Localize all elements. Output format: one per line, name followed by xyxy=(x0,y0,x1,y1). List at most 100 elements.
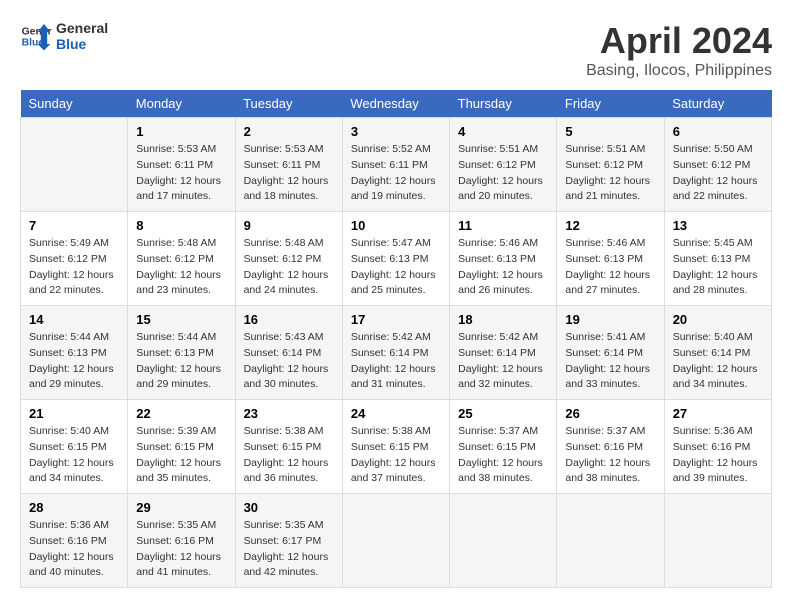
day-number: 7 xyxy=(29,218,119,233)
calendar-cell: 15 Sunrise: 5:44 AM Sunset: 6:13 PM Dayli… xyxy=(128,306,235,400)
day-info: Sunrise: 5:37 AM Sunset: 6:16 PM Dayligh… xyxy=(565,424,655,487)
day-number: 18 xyxy=(458,312,548,327)
calendar-cell: 11 Sunrise: 5:46 AM Sunset: 6:13 PM Dayli… xyxy=(450,212,557,306)
day-info: Sunrise: 5:46 AM Sunset: 6:13 PM Dayligh… xyxy=(565,236,655,299)
day-number: 11 xyxy=(458,218,548,233)
day-info: Sunrise: 5:35 AM Sunset: 6:16 PM Dayligh… xyxy=(136,518,226,581)
day-info: Sunrise: 5:44 AM Sunset: 6:13 PM Dayligh… xyxy=(136,330,226,393)
day-number: 12 xyxy=(565,218,655,233)
day-number: 3 xyxy=(351,124,441,139)
day-number: 26 xyxy=(565,406,655,421)
day-info: Sunrise: 5:42 AM Sunset: 6:14 PM Dayligh… xyxy=(351,330,441,393)
day-number: 29 xyxy=(136,500,226,515)
header-day-sunday: Sunday xyxy=(21,90,128,118)
calendar-cell: 18 Sunrise: 5:42 AM Sunset: 6:14 PM Dayli… xyxy=(450,306,557,400)
day-info: Sunrise: 5:52 AM Sunset: 6:11 PM Dayligh… xyxy=(351,142,441,205)
calendar-cell: 14 Sunrise: 5:44 AM Sunset: 6:13 PM Dayli… xyxy=(21,306,128,400)
calendar-cell: 23Sunrise: 5:38 AM Sunset: 6:15 PM Dayli… xyxy=(235,400,342,494)
day-info: Sunrise: 5:39 AM Sunset: 6:15 PM Dayligh… xyxy=(136,424,226,487)
calendar-cell: 24 Sunrise: 5:38 AM Sunset: 6:15 PM Dayli… xyxy=(342,400,449,494)
day-number: 20 xyxy=(673,312,763,327)
calendar-cell: 12 Sunrise: 5:46 AM Sunset: 6:13 PM Dayli… xyxy=(557,212,664,306)
day-number: 22 xyxy=(136,406,226,421)
calendar-week-row: 7 Sunrise: 5:49 AM Sunset: 6:12 PM Daylig… xyxy=(21,212,772,306)
header-day-monday: Monday xyxy=(128,90,235,118)
day-info: Sunrise: 5:41 AM Sunset: 6:14 PM Dayligh… xyxy=(565,330,655,393)
day-info: Sunrise: 5:46 AM Sunset: 6:13 PM Dayligh… xyxy=(458,236,548,299)
calendar-cell: 10Sunrise: 5:47 AM Sunset: 6:13 PM Dayli… xyxy=(342,212,449,306)
calendar-week-row: 14 Sunrise: 5:44 AM Sunset: 6:13 PM Dayli… xyxy=(21,306,772,400)
calendar-cell: 13 Sunrise: 5:45 AM Sunset: 6:13 PM Dayli… xyxy=(664,212,771,306)
day-info: Sunrise: 5:48 AM Sunset: 6:12 PM Dayligh… xyxy=(244,236,334,299)
calendar-cell: 8 Sunrise: 5:48 AM Sunset: 6:12 PM Daylig… xyxy=(128,212,235,306)
header-day-thursday: Thursday xyxy=(450,90,557,118)
page-title: April 2024 xyxy=(586,20,772,62)
header-day-tuesday: Tuesday xyxy=(235,90,342,118)
day-info: Sunrise: 5:53 AM Sunset: 6:11 PM Dayligh… xyxy=(244,142,334,205)
header-day-saturday: Saturday xyxy=(664,90,771,118)
calendar-cell xyxy=(450,494,557,588)
day-number: 6 xyxy=(673,124,763,139)
day-info: Sunrise: 5:51 AM Sunset: 6:12 PM Dayligh… xyxy=(565,142,655,205)
day-number: 28 xyxy=(29,500,119,515)
calendar-cell xyxy=(342,494,449,588)
day-number: 5 xyxy=(565,124,655,139)
day-info: Sunrise: 5:45 AM Sunset: 6:13 PM Dayligh… xyxy=(673,236,763,299)
day-number: 25 xyxy=(458,406,548,421)
day-number: 16 xyxy=(244,312,334,327)
day-info: Sunrise: 5:36 AM Sunset: 6:16 PM Dayligh… xyxy=(29,518,119,581)
day-number: 24 xyxy=(351,406,441,421)
day-number: 1 xyxy=(136,124,226,139)
day-number: 19 xyxy=(565,312,655,327)
day-info: Sunrise: 5:38 AM Sunset: 6:15 PM Dayligh… xyxy=(351,424,441,487)
calendar-cell xyxy=(21,118,128,212)
logo-text-blue: Blue xyxy=(56,36,108,52)
calendar-header-row: SundayMondayTuesdayWednesdayThursdayFrid… xyxy=(21,90,772,118)
day-number: 2 xyxy=(244,124,334,139)
day-info: Sunrise: 5:44 AM Sunset: 6:13 PM Dayligh… xyxy=(29,330,119,393)
calendar-cell: 7 Sunrise: 5:49 AM Sunset: 6:12 PM Daylig… xyxy=(21,212,128,306)
calendar-cell: 20Sunrise: 5:40 AM Sunset: 6:14 PM Dayli… xyxy=(664,306,771,400)
calendar-cell: 17Sunrise: 5:42 AM Sunset: 6:14 PM Dayli… xyxy=(342,306,449,400)
day-number: 9 xyxy=(244,218,334,233)
day-number: 14 xyxy=(29,312,119,327)
day-number: 8 xyxy=(136,218,226,233)
calendar-week-row: 28 Sunrise: 5:36 AM Sunset: 6:16 PM Dayli… xyxy=(21,494,772,588)
title-section: April 2024 Basing, Ilocos, Philippines xyxy=(586,20,772,80)
calendar-table: SundayMondayTuesdayWednesdayThursdayFrid… xyxy=(20,90,772,588)
day-info: Sunrise: 5:49 AM Sunset: 6:12 PM Dayligh… xyxy=(29,236,119,299)
day-info: Sunrise: 5:47 AM Sunset: 6:13 PM Dayligh… xyxy=(351,236,441,299)
calendar-cell: 30 Sunrise: 5:35 AM Sunset: 6:17 PM Dayli… xyxy=(235,494,342,588)
logo: General Blue General Blue xyxy=(20,20,108,52)
calendar-week-row: 1 Sunrise: 5:53 AM Sunset: 6:11 PM Daylig… xyxy=(21,118,772,212)
logo-icon: General Blue xyxy=(20,20,52,52)
day-info: Sunrise: 5:53 AM Sunset: 6:11 PM Dayligh… xyxy=(136,142,226,205)
calendar-week-row: 21 Sunrise: 5:40 AM Sunset: 6:15 PM Dayli… xyxy=(21,400,772,494)
calendar-cell: 22 Sunrise: 5:39 AM Sunset: 6:15 PM Dayli… xyxy=(128,400,235,494)
calendar-cell: 19 Sunrise: 5:41 AM Sunset: 6:14 PM Dayli… xyxy=(557,306,664,400)
calendar-cell: 25 Sunrise: 5:37 AM Sunset: 6:15 PM Dayli… xyxy=(450,400,557,494)
day-info: Sunrise: 5:42 AM Sunset: 6:14 PM Dayligh… xyxy=(458,330,548,393)
calendar-cell: 28 Sunrise: 5:36 AM Sunset: 6:16 PM Dayli… xyxy=(21,494,128,588)
day-number: 15 xyxy=(136,312,226,327)
day-info: Sunrise: 5:40 AM Sunset: 6:15 PM Dayligh… xyxy=(29,424,119,487)
header-day-friday: Friday xyxy=(557,90,664,118)
page-subtitle: Basing, Ilocos, Philippines xyxy=(586,62,772,80)
day-info: Sunrise: 5:43 AM Sunset: 6:14 PM Dayligh… xyxy=(244,330,334,393)
calendar-cell: 16 Sunrise: 5:43 AM Sunset: 6:14 PM Dayli… xyxy=(235,306,342,400)
calendar-cell: 1 Sunrise: 5:53 AM Sunset: 6:11 PM Daylig… xyxy=(128,118,235,212)
day-number: 30 xyxy=(244,500,334,515)
day-number: 4 xyxy=(458,124,548,139)
day-info: Sunrise: 5:48 AM Sunset: 6:12 PM Dayligh… xyxy=(136,236,226,299)
day-number: 13 xyxy=(673,218,763,233)
day-info: Sunrise: 5:35 AM Sunset: 6:17 PM Dayligh… xyxy=(244,518,334,581)
day-info: Sunrise: 5:38 AM Sunset: 6:15 PM Dayligh… xyxy=(244,424,334,487)
day-info: Sunrise: 5:51 AM Sunset: 6:12 PM Dayligh… xyxy=(458,142,548,205)
day-info: Sunrise: 5:37 AM Sunset: 6:15 PM Dayligh… xyxy=(458,424,548,487)
calendar-cell: 29 Sunrise: 5:35 AM Sunset: 6:16 PM Dayli… xyxy=(128,494,235,588)
calendar-cell xyxy=(557,494,664,588)
calendar-body: 1 Sunrise: 5:53 AM Sunset: 6:11 PM Daylig… xyxy=(21,118,772,588)
calendar-cell: 3 Sunrise: 5:52 AM Sunset: 6:11 PM Daylig… xyxy=(342,118,449,212)
calendar-cell: 5 Sunrise: 5:51 AM Sunset: 6:12 PM Daylig… xyxy=(557,118,664,212)
day-number: 21 xyxy=(29,406,119,421)
